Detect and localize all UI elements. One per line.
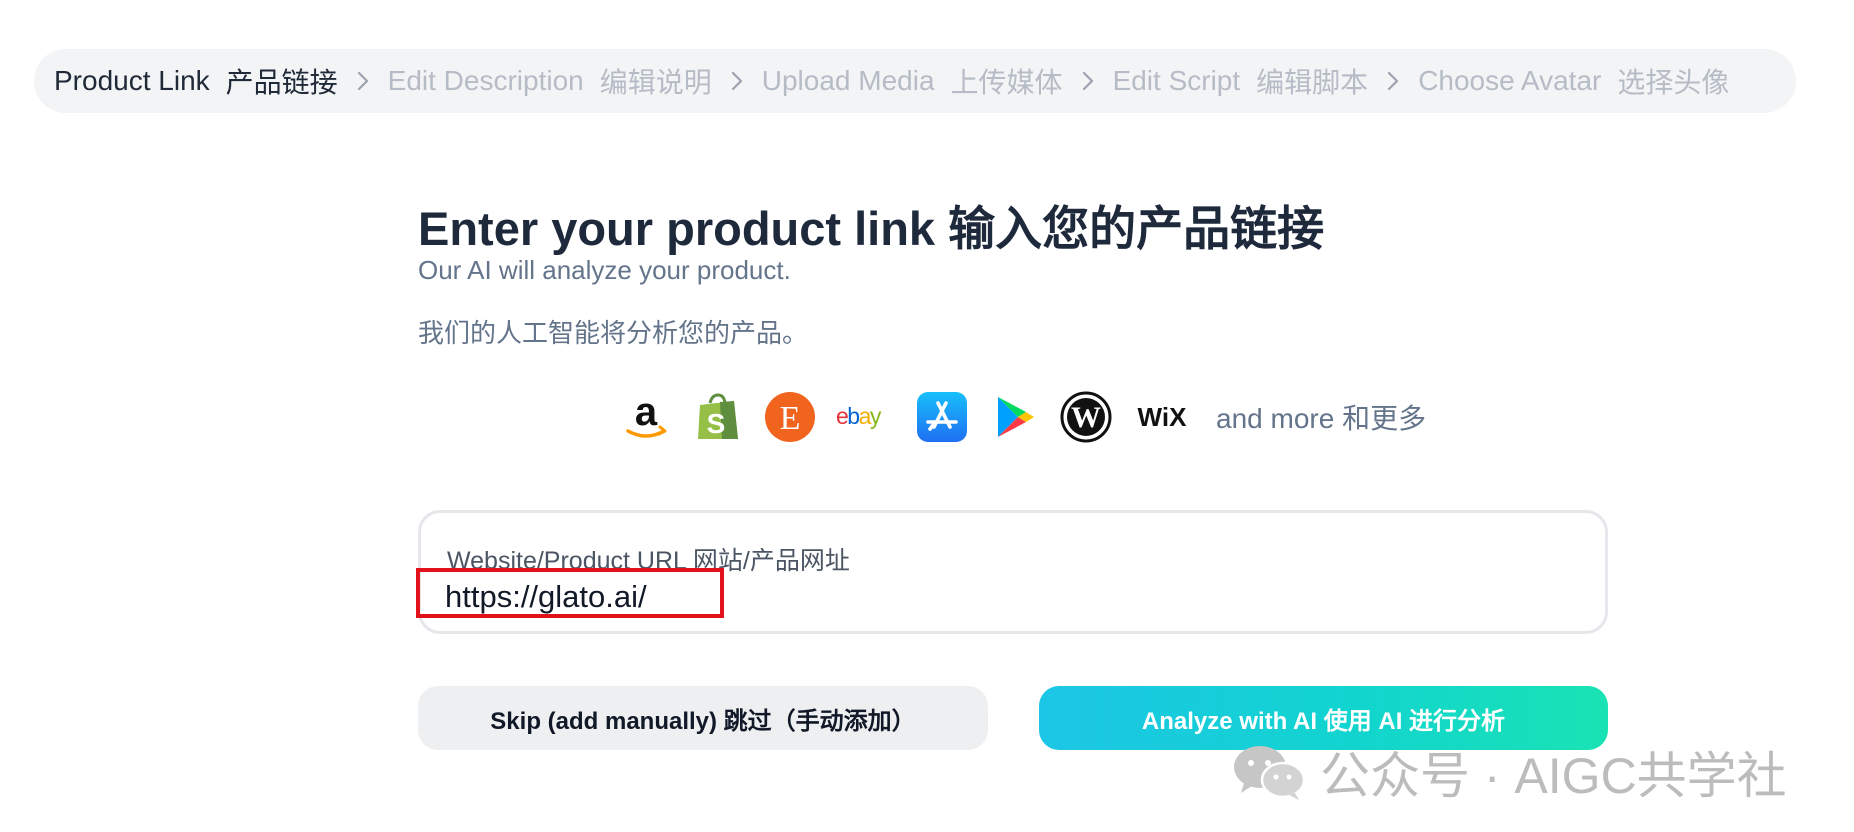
- svg-text:S: S: [707, 408, 726, 439]
- google-play-icon: [988, 391, 1040, 443]
- svg-text:WiX: WiX: [1138, 402, 1188, 432]
- page-title: Enter your product link 输入您的产品链接: [418, 202, 1325, 255]
- wordpress-icon: W: [1060, 391, 1112, 443]
- svg-text:W: W: [1071, 401, 1101, 434]
- step-label-en: Choose Avatar: [1418, 65, 1602, 96]
- step-label-en: Edit Description: [387, 65, 584, 96]
- amazon-icon: a: [620, 391, 672, 443]
- chevron-right-icon: [1368, 61, 1418, 101]
- highlight-box: [416, 568, 724, 618]
- chevron-right-icon: [712, 61, 762, 101]
- step-label-en: Product Link: [54, 65, 210, 96]
- skip-add-manually-button[interactable]: Skip (add manually) 跳过（手动添加）: [418, 686, 988, 750]
- svg-text:a: a: [635, 391, 658, 434]
- svg-text:ebay: ebay: [836, 403, 882, 429]
- step-label-zh: 编辑脚本: [1256, 67, 1369, 98]
- page-subtitle-zh: 我们的人工智能将分析您的产品。: [418, 318, 809, 348]
- etsy-icon: E: [764, 391, 816, 443]
- chevron-right-icon: [338, 61, 388, 101]
- step-label-en: Upload Media: [761, 65, 935, 96]
- step-edit-description[interactable]: Edit Description 编辑说明: [388, 61, 712, 101]
- wechat-icon: [1234, 746, 1306, 800]
- step-product-link[interactable]: Product Link 产品链接: [54, 61, 338, 101]
- breadcrumb-stepper: Product Link 产品链接 Edit Description 编辑说明 …: [34, 49, 1796, 113]
- watermark: 公众号 · AIGC共学社: [1232, 736, 1787, 808]
- ebay-icon: ebay: [836, 391, 896, 443]
- app-store-icon: [916, 391, 968, 443]
- watermark-text: 公众号 · AIGC共学社: [1320, 748, 1787, 804]
- step-label-zh: 选择头像: [1617, 67, 1730, 98]
- step-label-zh: 编辑说明: [599, 67, 712, 98]
- shopify-icon: S: [692, 391, 744, 443]
- supported-platforms: a S E ebay W WiX and more 和更多: [620, 389, 1426, 445]
- step-edit-script[interactable]: Edit Script 编辑脚本: [1113, 61, 1369, 101]
- page-subtitle: Our AI will analyze your product.: [418, 255, 791, 285]
- step-label-en: Edit Script: [1112, 65, 1241, 96]
- step-upload-media[interactable]: Upload Media 上传媒体: [762, 61, 1063, 101]
- step-label-zh: 产品链接: [225, 67, 338, 98]
- wix-icon: WiX: [1132, 391, 1192, 443]
- step-choose-avatar[interactable]: Choose Avatar 选择头像: [1418, 61, 1729, 101]
- chevron-right-icon: [1063, 61, 1113, 101]
- svg-text:E: E: [780, 400, 801, 437]
- and-more-label: and more 和更多: [1216, 403, 1427, 434]
- step-label-zh: 上传媒体: [950, 67, 1063, 98]
